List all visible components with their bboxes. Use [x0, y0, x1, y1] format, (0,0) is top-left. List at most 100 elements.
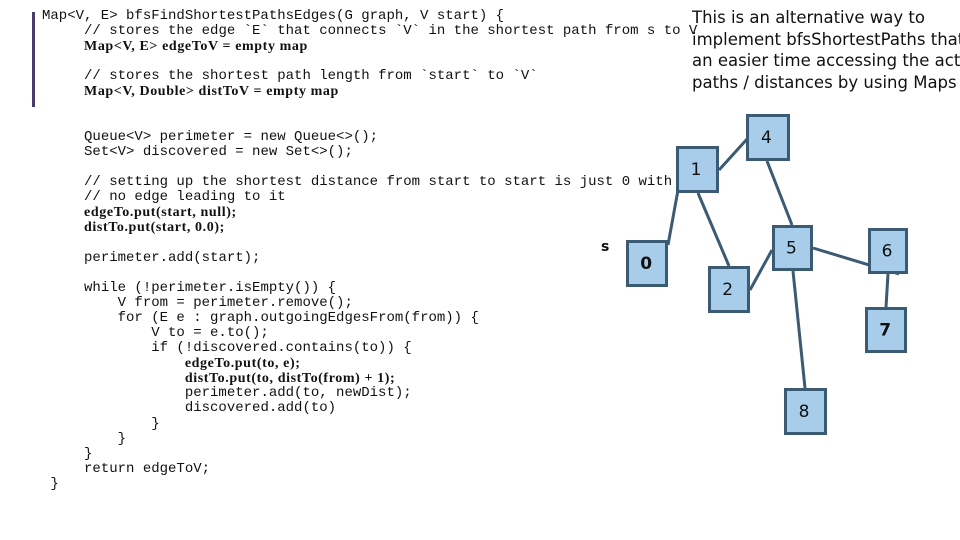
code-line: if (!discovered.contains(to)) { — [42, 341, 697, 356]
code-text: Map<V, Double> distToV = empty map — [84, 84, 339, 100]
code-line: } — [42, 445, 697, 462]
code-line: distTo.put(to, distTo(from) + 1); — [42, 371, 697, 386]
code-line: V to = e.to(); — [42, 324, 697, 341]
vertex-6: 6 — [868, 228, 908, 274]
code-line: // stores the edge `E` that connects `V`… — [42, 24, 697, 39]
code-line: for (E e : graph.outgoingEdgesFrom(from)… — [42, 309, 697, 326]
code-text: // stores the shortest path length from … — [84, 68, 538, 85]
code-line: // setting up the shortest distance from… — [42, 174, 697, 191]
code-text: Map<V, E> bfsFindShortestPathsEdges(G gr… — [42, 8, 505, 24]
code-text: } — [84, 445, 93, 462]
code-line: Map<V, E> bfsFindShortestPathsEdges(G gr… — [42, 8, 697, 24]
code-text: while (!perimeter.isEmpty()) { — [84, 279, 337, 296]
code-line: perimeter.add(to, newDist); — [42, 386, 697, 401]
vertex-label: 6 — [882, 242, 893, 262]
code-text: // setting up the shortest distance from… — [84, 174, 673, 191]
code-line: } — [42, 430, 697, 447]
code-text: } — [151, 415, 160, 432]
code-text: edgeTo.put(start, null); — [84, 205, 237, 221]
edge-2-5 — [748, 249, 774, 291]
code-text: Queue<V> perimeter = new Queue<>(); — [84, 128, 379, 145]
code-text: for (E e : graph.outgoingEdgesFrom(from)… — [117, 309, 479, 326]
code-text: V to = e.to(); — [151, 324, 269, 341]
vertex-4: 4 — [746, 114, 790, 161]
code-line: discovered.add(to) — [42, 401, 697, 416]
note-line: implement bfsShortestPaths that has — [692, 29, 960, 49]
code-text: discovered.add(to) — [184, 400, 337, 417]
vertex-label: 1 — [691, 160, 702, 180]
edge-1-4 — [717, 136, 750, 172]
code-line: } — [42, 475, 697, 492]
edge-6-7 — [884, 273, 890, 308]
code-text: distTo.put(to, distTo(from) + 1); — [184, 371, 396, 387]
code-line: edgeTo.put(to, e); — [42, 356, 697, 371]
code-line: Queue<V> perimeter = new Queue<>(); — [42, 128, 697, 145]
code-text: Set<V> discovered = new Set<>(); — [84, 143, 353, 160]
code-block: Map<V, E> bfsFindShortestPathsEdges(G gr… — [42, 8, 697, 492]
vertex-7: 7 — [865, 307, 907, 353]
note-line: an easier time accessing the actual — [692, 51, 960, 71]
code-line: V from = perimeter.remove(); — [42, 294, 697, 311]
vertex-label: 2 — [722, 280, 733, 300]
edge-1-2 — [696, 192, 731, 267]
code-line: Set<V> discovered = new Set<>(); — [42, 143, 697, 160]
code-line: } — [42, 415, 697, 432]
code-line: // stores the shortest path length from … — [42, 69, 697, 84]
edge-4-5 — [765, 160, 794, 226]
vertex-1: 1 — [676, 146, 719, 193]
code-text: // stores the edge `E` that connects `V`… — [84, 23, 698, 40]
code-line: Map<V, E> edgeToV = empty map — [42, 39, 697, 54]
vertex-label: 5 — [786, 239, 797, 259]
code-line: return edgeToV; — [42, 461, 697, 477]
code-text: distTo.put(start, 0.0); — [84, 220, 225, 236]
accent-bar — [32, 12, 35, 107]
code-text: perimeter.add(to, newDist); — [184, 385, 412, 402]
vertex-label: 7 — [879, 321, 891, 341]
code-line: distTo.put(start, 0.0); — [42, 220, 697, 235]
note-line: paths / distances by using Maps — [692, 73, 957, 93]
code-text: } — [50, 475, 59, 492]
code-text: V from = perimeter.remove(); — [117, 294, 353, 311]
vertex-8: 8 — [784, 388, 827, 435]
vertex-label: 4 — [761, 128, 772, 148]
code-text: Map<V, E> edgeToV = empty map — [84, 39, 308, 55]
vertex-0: 0 — [626, 240, 668, 287]
vertex-2: 2 — [708, 266, 750, 313]
code-line: perimeter.add(start); — [42, 249, 697, 266]
code-line: Map<V, Double> distToV = empty map — [42, 84, 697, 99]
code-text: } — [117, 430, 127, 447]
vertex-label: 8 — [799, 402, 810, 422]
code-text: perimeter.add(start); — [84, 249, 261, 266]
code-line: // no edge leading to it — [42, 190, 697, 205]
code-text: // no edge leading to it — [84, 189, 286, 206]
code-line: edgeTo.put(start, null); — [42, 205, 697, 220]
explanation-note: This is an alternative way to implement b… — [692, 7, 960, 94]
note-line: This is an alternative way to — [692, 8, 925, 27]
